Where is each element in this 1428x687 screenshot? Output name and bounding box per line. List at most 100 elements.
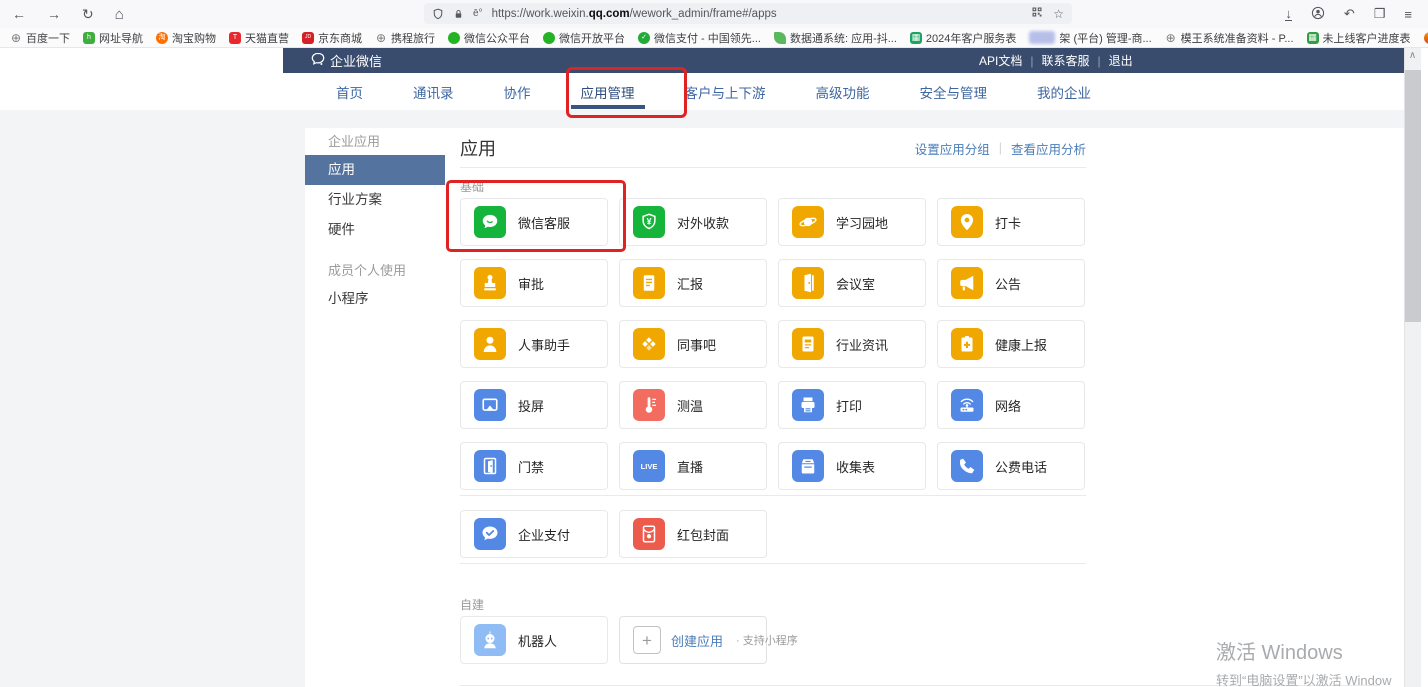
app-label: 对外收款 [677, 215, 730, 231]
tab-安全与管理[interactable]: 安全与管理 [920, 82, 988, 102]
app-card-门禁[interactable]: 门禁 [460, 442, 608, 490]
app-card-会议室[interactable]: 会议室 [778, 259, 926, 307]
app-card-同事吧[interactable]: 同事吧 [619, 320, 767, 368]
bookmark-item[interactable]: 数据通系统: 应用-抖... [773, 30, 897, 46]
sidebar-item-硬件[interactable]: 硬件 [305, 215, 445, 245]
app-card-打卡[interactable]: 打卡 [937, 198, 1085, 246]
wework-logo[interactable]: 企业微信 [310, 48, 382, 73]
tab-应用管理[interactable]: 应用管理 [570, 82, 645, 109]
header-link-api-docs[interactable]: API文档 [979, 52, 1022, 69]
app-card-公费电话[interactable]: 公费电话 [937, 442, 1085, 490]
tab-通讯录[interactable]: 通讯录 [413, 82, 454, 102]
bookmark-item[interactable]: ⊕ 模王系统准备资料 - P... [1165, 30, 1294, 46]
thermometer-icon [633, 389, 665, 421]
url-text[interactable]: https://work.weixin.qq.com/wework_admin/… [492, 8, 1023, 20]
app-card-健康上报[interactable]: 健康上报 [937, 320, 1085, 368]
tab-高级功能[interactable]: 高级功能 [816, 82, 870, 102]
app-label: 机器人 [518, 633, 558, 649]
app-card-学习园地[interactable]: 学习园地 [778, 198, 926, 246]
undo-icon[interactable]: ↶ [1344, 6, 1355, 22]
bookmark-item[interactable]: T 天猫直营 [229, 30, 289, 46]
header-link-contact-support[interactable]: 联系客服 [1041, 52, 1089, 69]
header-link-logout[interactable]: 退出 [1109, 52, 1133, 69]
app-card-微信客服[interactable]: 微信客服 [460, 198, 608, 246]
app-card-收集表[interactable]: 收集表 [778, 442, 926, 490]
tab-首页[interactable]: 首页 [336, 82, 363, 102]
bookmark-label: 百度一下 [26, 32, 70, 45]
app-card-人事助手[interactable]: 人事助手 [460, 320, 608, 368]
bookmark-item[interactable]: JD 京东商城 [302, 30, 362, 46]
bookmark-item[interactable]: ⊕ 百度一下 [10, 30, 70, 46]
bookmark-item[interactable]: ▦ 未上线客户进度表 [1306, 30, 1411, 46]
bookmark-item[interactable]: ⊕ 携程旅行 [375, 30, 435, 46]
sidebar-group-header: 企业应用 [328, 134, 381, 149]
divider [460, 167, 1086, 168]
app-card-审批[interactable]: 审批 [460, 259, 608, 307]
sidebar-icon[interactable]: ❒ [1374, 6, 1386, 22]
sidebar-group: 成员个人使用小程序 [305, 257, 445, 314]
bookmark-item[interactable]: 微信公众平台 [448, 30, 530, 46]
header-link-separator: | [1097, 53, 1101, 68]
sidebar-item-应用[interactable]: 应用 [305, 155, 445, 185]
wework-logo-icon [310, 51, 326, 70]
bookmark-label: 微信公众平台 [464, 32, 530, 45]
bookmark-label: 微信支付 - 中国领先... [654, 32, 761, 45]
url-bar[interactable]: ē° https://work.weixin.qq.com/wework_adm… [424, 3, 1072, 24]
tab-协作[interactable]: 协作 [504, 82, 531, 102]
app-card-公告[interactable]: 公告 [937, 259, 1085, 307]
bookmark-item[interactable]: 架 (平台) 管理-商... [1029, 30, 1152, 46]
bookmark-item[interactable]: 淘淘宝购物 [156, 30, 216, 46]
qr-code-icon[interactable] [1031, 5, 1043, 23]
sidebar-item-小程序[interactable]: 小程序 [305, 284, 445, 314]
lock-icon[interactable] [453, 8, 464, 20]
app-card-企业支付[interactable]: 企业支付 [460, 510, 608, 558]
app-card-对外收款[interactable]: ¥ 对外收款 [619, 198, 767, 246]
app-label: 微信客服 [518, 215, 571, 231]
download-icon[interactable]: ↓ [1285, 7, 1292, 21]
account-icon[interactable] [1311, 6, 1325, 23]
stamp-icon [474, 267, 506, 299]
sidebar-item-行业方案[interactable]: 行业方案 [305, 185, 445, 215]
app-card-网络[interactable]: 网络 [937, 381, 1085, 429]
set-app-group-link[interactable]: 设置应用分组 [915, 139, 990, 158]
shield-icon[interactable] [432, 8, 444, 20]
bookmark-item[interactable]: ▦ 2024年客户服务表 [909, 30, 1016, 46]
sidebar-group-header: 成员个人使用 [328, 263, 407, 278]
translate-icon[interactable]: ē° [473, 8, 483, 19]
app-card-汇报[interactable]: 汇报 [619, 259, 767, 307]
bookmark-item[interactable]: 微信开放平台 [543, 30, 625, 46]
watermark-line1: 激活 Windows [1216, 642, 1343, 664]
red-packet-icon [633, 518, 665, 550]
back-arrow-icon[interactable]: ← [12, 6, 26, 22]
reload-icon[interactable]: ↻ [82, 6, 94, 23]
create-app-card[interactable]: + 创建应用 · 支持小程序 [619, 616, 798, 664]
nav-row: 首页 通讯录 协作 应用管理 客户与上下游 高级功能 安全与管理 我的企业 [0, 73, 1404, 110]
star-icon[interactable]: ☆ [1053, 7, 1064, 21]
tab-我的企业[interactable]: 我的企业 [1037, 82, 1091, 102]
app-card-测温[interactable]: 测温 [619, 381, 767, 429]
app-card-机器人[interactable]: 机器人 [460, 616, 608, 664]
view-app-analytics-link[interactable]: 查看应用分析 [1011, 139, 1086, 158]
bookmark-label: 携程旅行 [391, 32, 435, 45]
bookmark-item[interactable]: 汇聚支付 [1423, 30, 1428, 46]
bookmark-item[interactable]: h 网址导航 [83, 30, 143, 46]
app-card-打印[interactable]: 打印 [778, 381, 926, 429]
bookmark-label: 网址导航 [99, 32, 143, 45]
meeting-door-icon [792, 267, 824, 299]
app-card-行业资讯[interactable]: 行业资讯 [778, 320, 926, 368]
app-grid: 企业支付 红包封面 [460, 510, 1090, 558]
phone-icon [951, 450, 983, 482]
forward-arrow-icon[interactable]: → [47, 6, 61, 22]
tab-客户与上下游[interactable]: 客户与上下游 [685, 82, 766, 102]
scrollbar-up-arrow[interactable]: ∧ [1404, 50, 1421, 61]
scrollbar-thumb[interactable] [1405, 70, 1421, 322]
app-card-直播[interactable]: LIVE 直播 [619, 442, 767, 490]
planet-icon [792, 206, 824, 238]
app-card-红包封面[interactable]: 红包封面 [619, 510, 767, 558]
app-label: 会议室 [836, 276, 876, 292]
home-icon[interactable]: ⌂ [115, 6, 124, 23]
app-card-投屏[interactable]: 投屏 [460, 381, 608, 429]
menu-icon[interactable]: ≡ [1404, 7, 1412, 22]
person-icon [474, 328, 506, 360]
bookmark-item[interactable]: ✓ 微信支付 - 中国领先... [638, 30, 761, 46]
